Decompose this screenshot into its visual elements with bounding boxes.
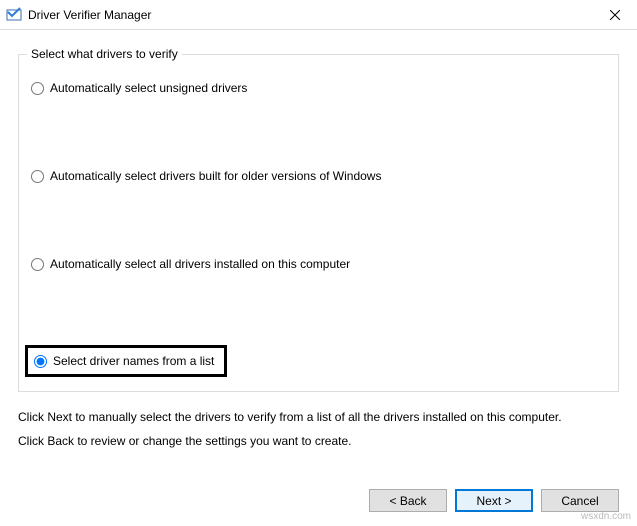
radio-unsigned-label: Automatically select unsigned drivers [50,81,247,95]
help-text: Click Next to manually select the driver… [18,408,619,450]
button-bar: < Back Next > Cancel [369,489,619,512]
next-button[interactable]: Next > [455,489,533,512]
radio-unsigned-input[interactable] [31,82,44,95]
app-icon [6,7,22,23]
highlight-box: Select driver names from a list [25,345,227,377]
window-title: Driver Verifier Manager [28,8,592,22]
help-line-1: Click Next to manually select the driver… [18,408,619,426]
content-area: Select what drivers to verify Automatica… [0,30,637,450]
radio-all-input[interactable] [31,258,44,271]
radio-list-input[interactable] [34,355,47,368]
radio-older-label: Automatically select drivers built for o… [50,169,381,183]
group-legend: Select what drivers to verify [27,47,182,61]
close-button[interactable] [592,0,637,30]
radio-option-older-windows[interactable]: Automatically select drivers built for o… [29,167,608,185]
radio-option-from-list[interactable]: Select driver names from a list [29,343,608,379]
close-icon [610,10,620,20]
radio-older-input[interactable] [31,170,44,183]
help-line-2: Click Back to review or change the setti… [18,432,619,450]
driver-select-group: Select what drivers to verify Automatica… [18,54,619,392]
titlebar: Driver Verifier Manager [0,0,637,30]
radio-option-all-drivers[interactable]: Automatically select all drivers install… [29,255,608,273]
cancel-button[interactable]: Cancel [541,489,619,512]
watermark: wsxdn.com [581,511,631,522]
back-button[interactable]: < Back [369,489,447,512]
radio-all-label: Automatically select all drivers install… [50,257,350,271]
radio-option-unsigned[interactable]: Automatically select unsigned drivers [29,79,608,97]
radio-list-label: Select driver names from a list [53,354,214,368]
